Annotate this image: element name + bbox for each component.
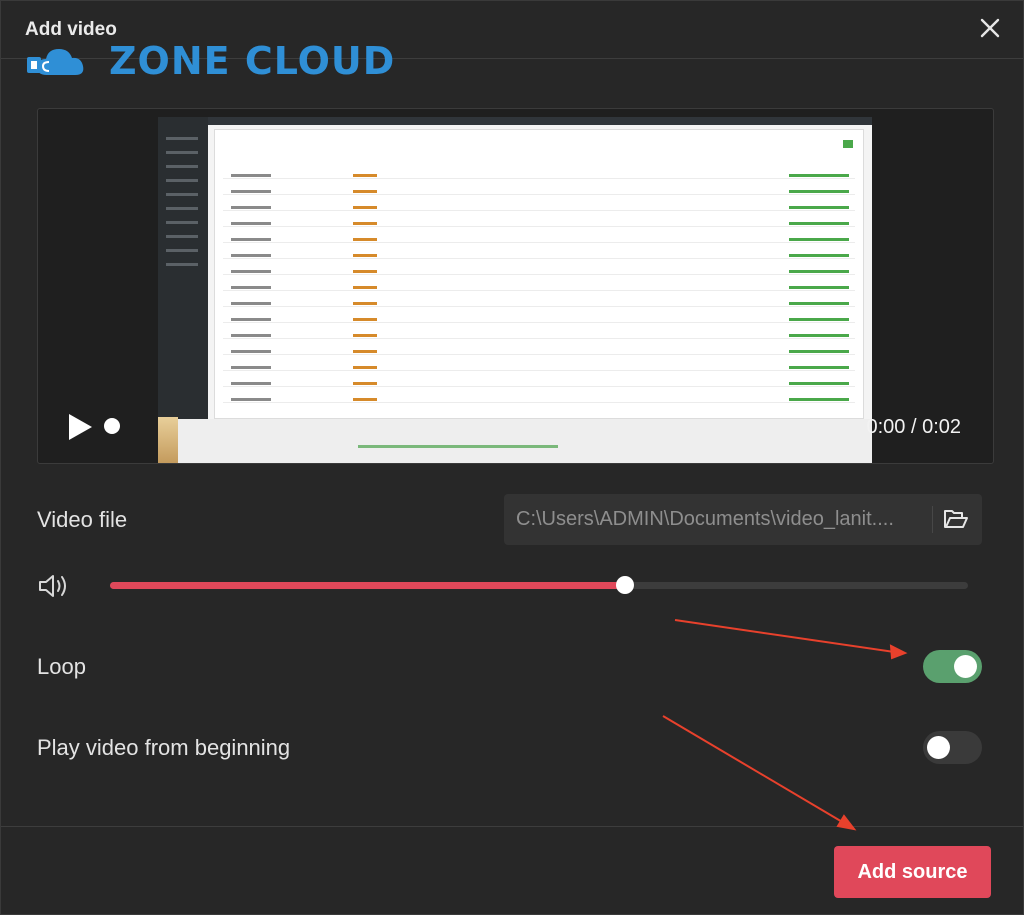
playback-time: 0:00 / 0:02: [866, 416, 961, 438]
add-source-button[interactable]: Add source: [834, 846, 991, 898]
cloud-logo-icon: [27, 49, 84, 75]
volume-slider-fill: [110, 582, 625, 589]
frame-sidebar: [158, 117, 208, 463]
volume-slider-handle[interactable]: [615, 576, 634, 594]
loop-toggle[interactable]: [923, 650, 982, 683]
video-file-path[interactable]: C:\Users\ADMIN\Documents\video_lanit....: [516, 508, 916, 531]
frame-table: [214, 129, 864, 419]
dialog-title: Add video: [25, 19, 117, 40]
close-icon[interactable]: [977, 15, 1003, 41]
volume-slider[interactable]: [110, 576, 968, 594]
play-icon[interactable]: [66, 412, 94, 442]
watermark-logo: ZONE CLOUD: [25, 39, 395, 83]
video-thumbnail-strip: [158, 417, 178, 463]
play-from-beginning-label: Play video from beginning: [37, 735, 291, 760]
video-file-label: Video file: [37, 507, 128, 532]
loop-label: Loop: [37, 654, 86, 679]
loop-toggle-knob: [954, 655, 977, 678]
add-video-dialog: Add video ZONE CLOUD 0:00 / 0:02 Video f…: [0, 0, 1024, 915]
video-preview[interactable]: 0:00 / 0:02: [37, 108, 994, 464]
folder-open-icon[interactable]: [942, 506, 970, 533]
play-from-beginning-toggle-knob: [927, 736, 950, 759]
footer-divider: [1, 826, 1023, 827]
volume-icon[interactable]: [37, 572, 71, 600]
video-frame: [158, 117, 872, 463]
play-from-beginning-toggle[interactable]: [923, 731, 982, 764]
video-file-field[interactable]: C:\Users\ADMIN\Documents\video_lanit....: [504, 494, 982, 545]
playback-scrubber[interactable]: [104, 418, 120, 434]
watermark-text: ZONE CLOUD: [109, 39, 396, 83]
